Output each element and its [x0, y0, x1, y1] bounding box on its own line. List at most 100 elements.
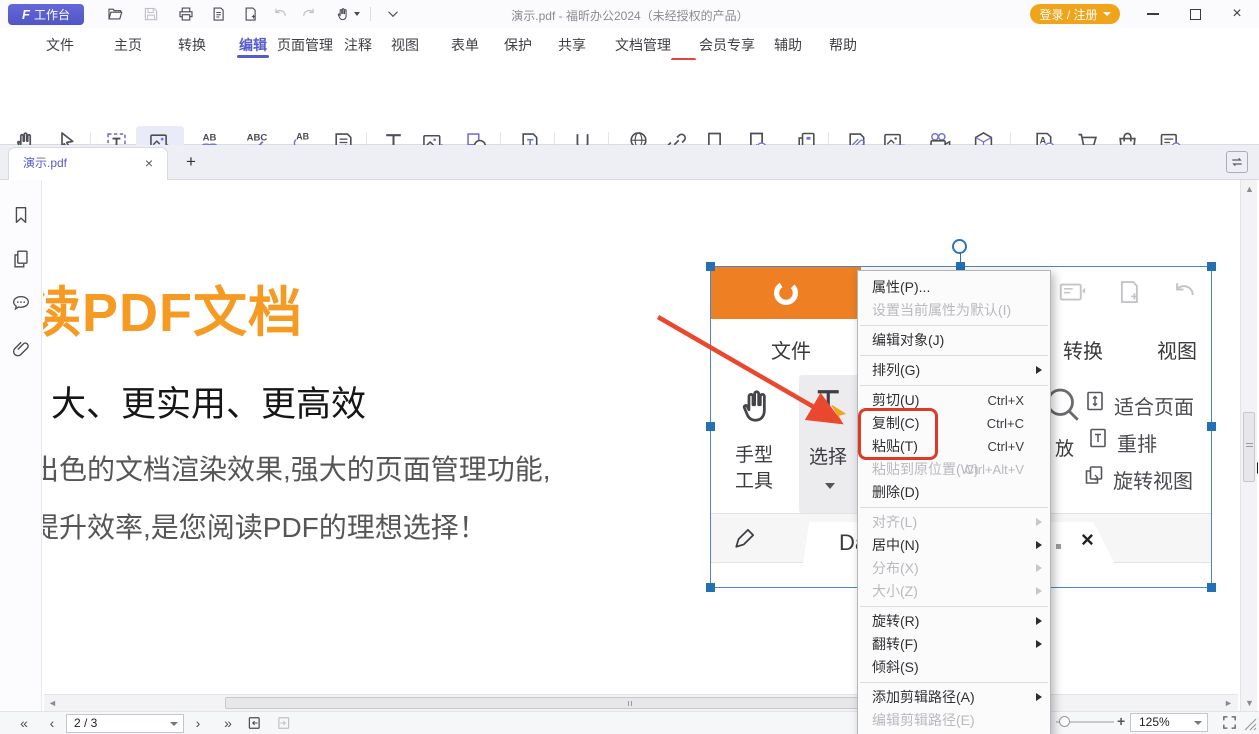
zoom-slider-knob[interactable] [1059, 716, 1070, 727]
redo-icon[interactable] [297, 4, 321, 24]
close-button[interactable]: × [1220, 0, 1254, 28]
page-number-combo[interactable]: 2 / 3 [66, 714, 184, 733]
embedded-menu-view: 视图 [1157, 335, 1197, 364]
dropdown-caret-icon [1194, 721, 1202, 725]
ctx-set-default-properties[interactable]: 设置当前属性为默认(I) [858, 299, 1050, 322]
close-icon: × [1232, 5, 1241, 23]
embedded-reflow-label: 重排 [1117, 428, 1157, 457]
menu-document-management[interactable]: 文档管理 [615, 36, 671, 54]
menu-share[interactable]: 共享 [558, 36, 586, 54]
ctx-flip[interactable]: 翻转(F) [858, 633, 1050, 656]
page-indicator: 2 / 3 [74, 716, 97, 730]
menu-separator [860, 325, 1048, 326]
menu-file[interactable]: 文件 [46, 36, 74, 54]
minimize-button[interactable] [1136, 0, 1170, 28]
ctx-add-clip-path[interactable]: 添加剪辑路径(A) [858, 686, 1050, 709]
rotation-handle[interactable] [952, 239, 967, 254]
submenu-arrow-icon [1036, 693, 1042, 701]
active-menu-underline [237, 55, 269, 58]
save-icon[interactable] [139, 4, 163, 24]
undo-icon[interactable] [268, 4, 292, 24]
annotation-highlight-box [858, 408, 938, 460]
maximize-button[interactable] [1178, 0, 1212, 28]
scroll-left-arrow[interactable]: ◄ [44, 698, 61, 708]
thumb-grip [628, 701, 632, 706]
pages-panel-icon[interactable] [10, 248, 32, 270]
selection-handle-mid-left[interactable] [706, 422, 715, 431]
fullscreen-icon[interactable] [1221, 714, 1238, 731]
ctx-properties[interactable]: 属性(P)... [858, 276, 1050, 299]
hand-mode-icon[interactable] [330, 4, 364, 24]
embedded-envelope-icon [1056, 277, 1088, 307]
ctx-delete[interactable]: 删除(D) [858, 481, 1050, 504]
dropdown-caret-icon [354, 12, 360, 16]
selection-handle-bottom-left[interactable] [706, 583, 715, 592]
ctx-rotate[interactable]: 旋转(R) [858, 610, 1050, 633]
workspace-button[interactable]: F工作台 [8, 4, 84, 25]
scroll-down-arrow[interactable]: ▼ [1241, 698, 1258, 708]
zoom-in-button[interactable]: + [1117, 713, 1125, 729]
tab-active-document[interactable]: 演示.pdf × [8, 147, 168, 180]
menu-protect[interactable]: 保护 [504, 36, 532, 54]
new-document-icon[interactable] [239, 4, 263, 24]
thumb-grip [1246, 443, 1253, 447]
zoom-level-combo[interactable]: 125% [1130, 713, 1208, 732]
tab-close-icon[interactable]: × [141, 148, 157, 179]
menu-help[interactable]: 帮助 [829, 36, 857, 54]
menu-separator [860, 507, 1048, 508]
scroll-right-arrow[interactable]: ► [1220, 698, 1237, 708]
embedded-undo-icon [1169, 277, 1199, 307]
ctx-arrange[interactable]: 排列(G) [858, 359, 1050, 382]
menu-accessibility[interactable]: 辅助 [774, 36, 802, 54]
ctx-paste-in-place[interactable]: 粘贴到原位置(W)Ctrl+Alt+V [858, 458, 1050, 481]
selection-handle-top-left[interactable] [706, 262, 715, 271]
new-tab-button[interactable]: + [180, 151, 202, 173]
previous-view-icon[interactable] [246, 714, 264, 732]
ctx-edit-clip-path[interactable]: 编辑剪辑路径(E) [858, 709, 1050, 732]
submenu-arrow-icon [1036, 640, 1042, 648]
ctx-edit-object[interactable]: 编辑对象(J) [858, 329, 1050, 352]
last-page-button[interactable]: » [218, 714, 238, 733]
selection-handle-bottom-right[interactable] [1207, 583, 1216, 592]
menu-edit[interactable]: 编辑 [239, 36, 267, 54]
panel-toggle-button[interactable] [1226, 151, 1248, 173]
menu-form[interactable]: 表单 [451, 36, 479, 54]
ctx-align[interactable]: 对齐(L) [858, 511, 1050, 534]
embedded-tab-close-icon: × [1081, 527, 1094, 553]
attachments-panel-icon[interactable] [10, 338, 32, 360]
menu-member-exclusive[interactable]: 会员专享 [699, 36, 755, 54]
scroll-up-arrow[interactable]: ▲ [1241, 184, 1258, 194]
vertical-scroll-thumb[interactable] [1243, 412, 1255, 482]
resize-grip[interactable] [1243, 717, 1257, 731]
menu-home[interactable]: 主页 [114, 36, 142, 54]
document-tab-bar: 演示.pdf × + [0, 145, 1259, 180]
bookmarks-panel-icon[interactable] [10, 204, 32, 226]
menu-comment[interactable]: 注释 [344, 36, 372, 54]
vertical-scrollbar[interactable]: ▲ ▼ [1240, 180, 1257, 711]
selection-handle-mid-right[interactable] [1207, 422, 1216, 431]
ctx-shear[interactable]: 倾斜(S) [858, 656, 1050, 679]
comments-panel-icon[interactable] [10, 292, 32, 314]
first-page-button[interactable]: « [14, 714, 34, 733]
ctx-distribute[interactable]: 分布(X) [858, 557, 1050, 580]
print-icon[interactable] [174, 4, 198, 24]
ctx-size[interactable]: 大小(Z) [858, 580, 1050, 603]
previous-page-button[interactable]: ‹ [44, 714, 60, 733]
menu-page-management[interactable]: 页面管理 [277, 36, 333, 54]
menu-convert[interactable]: 转换 [178, 36, 206, 54]
ctx-center[interactable]: 居中(N) [858, 534, 1050, 557]
menu-view[interactable]: 视图 [391, 36, 419, 54]
login-register-button[interactable]: 登录 / 注册 [1030, 4, 1120, 24]
open-file-icon[interactable] [103, 4, 127, 24]
next-page-button[interactable]: › [190, 714, 206, 733]
embedded-pencil-icon [731, 524, 759, 552]
selection-handle-top-right[interactable] [1207, 262, 1216, 271]
toolbar: 手型 工具 选择 ▾ 编辑 文本 编辑 对象▾ 链接&合 并文本 拼写 检查 搜… [0, 60, 1259, 145]
context-menu: 属性(P)... 设置当前属性为默认(I) 编辑对象(J) 排列(G) 剪切(U… [857, 270, 1051, 734]
foxit-logo-icon: F [22, 7, 30, 22]
embedded-new-doc-icon [1115, 277, 1145, 307]
duplicate-page-icon[interactable] [207, 4, 231, 24]
next-view-icon[interactable] [274, 714, 292, 732]
login-label: 登录 / 注册 [1039, 6, 1097, 23]
horizontal-scrollbar[interactable]: ◄ ► [44, 694, 1238, 711]
